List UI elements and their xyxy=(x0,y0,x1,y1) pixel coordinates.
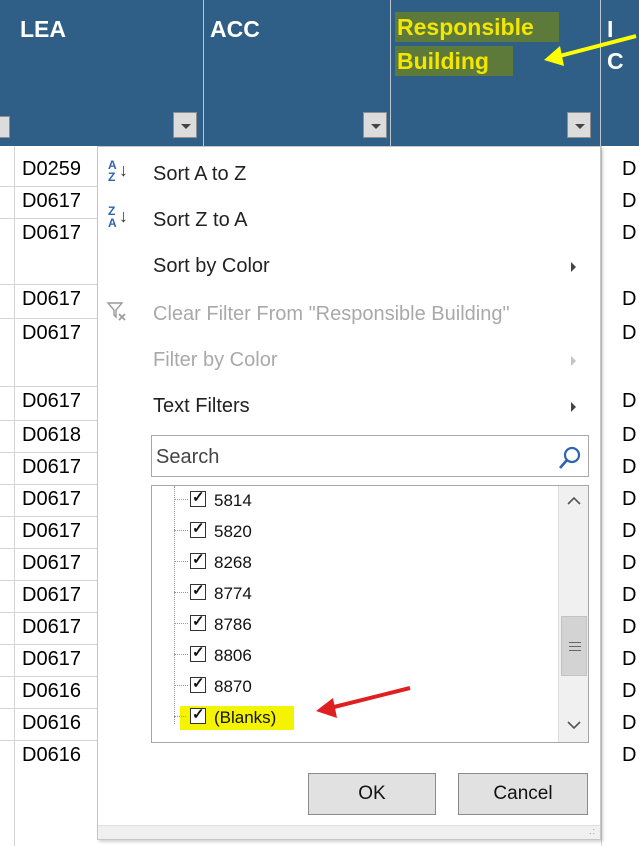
yellow-arrow-icon xyxy=(544,34,637,66)
annotation-arrows xyxy=(316,34,637,718)
red-arrow-icon xyxy=(316,686,411,718)
